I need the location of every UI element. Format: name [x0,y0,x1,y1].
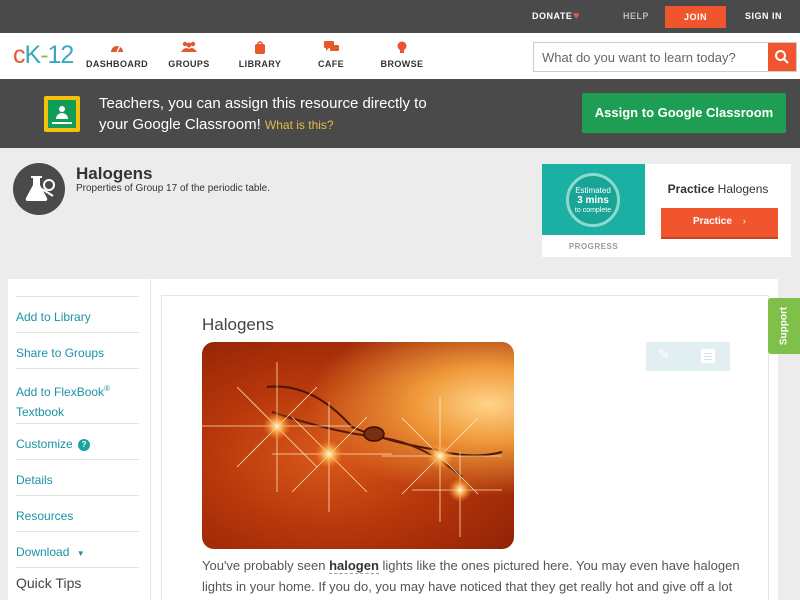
donate-link[interactable]: DONATE [532,11,572,21]
ck12-logo[interactable]: cK-12 [13,41,75,70]
help-question-icon[interactable]: ? [78,439,91,451]
sidebar-item-share-groups[interactable]: Share to Groups [16,332,139,363]
estimated-label: Estimated [575,186,611,195]
dashboard-gauge-icon [82,41,152,56]
logo-c: c [13,41,25,69]
main-nav: cK-12 DASHBOARD GROUPS LIBRARY CAFE BROW… [0,33,800,79]
search-input[interactable] [534,43,770,71]
pencil-icon[interactable]: ✎ [658,346,670,363]
halogen-lights-image [202,342,514,549]
registered-mark: ® [104,384,110,393]
help-link[interactable]: HELP [623,11,649,21]
groups-people-icon [154,41,224,56]
assign-to-classroom-button[interactable]: Assign to Google Classroom [582,93,786,133]
logo-dash: - [40,41,48,69]
practice-panel: Estimated 3 mins to complete PROGRESS Pr… [542,164,791,257]
search-box [533,42,797,72]
practice-title-bold: Practice [667,182,715,196]
sidebar-item-add-flexbook[interactable]: Add to FlexBook® Textbook [16,368,139,422]
cafe-chat-icon [296,41,366,56]
sidebar-item-label: Details [16,473,53,487]
nav-groups-label: GROUPS [168,59,210,69]
nav-browse-label: BROWSE [380,59,424,69]
logo-k: K [24,41,42,69]
google-classroom-icon [44,96,80,132]
what-is-this-link[interactable]: What is this? [265,118,334,132]
content-tools: ✎ [646,342,730,371]
estimated-time-badge: Estimated 3 mins to complete [542,164,645,235]
support-label: Support [778,306,790,346]
chevron-right-icon: › [742,216,747,227]
vocab-term-halogen[interactable]: halogen [329,558,379,574]
sidebar-divider [16,567,139,568]
quick-tips-heading: Quick Tips [16,575,82,591]
logo-12: 12 [47,41,75,69]
support-tab[interactable]: Support [768,298,800,354]
banner-text-wrap: Teachers, you can assign this resource d… [99,93,439,136]
search-icon [775,50,789,64]
nav-browse[interactable]: BROWSE [367,41,437,69]
paragraph-start: You've probably seen [202,558,326,573]
search-button[interactable] [768,43,796,71]
sidebar-item-label: Customize [16,437,73,451]
nav-cafe[interactable]: CAFE [296,41,366,69]
browse-bulb-icon [367,41,437,56]
nav-dashboard-label: DASHBOARD [85,59,149,69]
notes-icon[interactable] [701,349,715,363]
sidebar-item-download[interactable]: Download ▼ [16,531,139,564]
nav-dashboard[interactable]: DASHBOARD [82,41,152,69]
nav-groups[interactable]: GROUPS [154,41,224,69]
library-bag-icon [225,41,295,56]
sign-in-link[interactable]: SIGN IN [745,11,782,21]
join-button[interactable]: JOIN [665,6,726,28]
practice-button[interactable]: Practice › [661,208,778,239]
content-paragraph: You've probably seen halogen lights like… [202,555,742,600]
sidebar-item-label: Add to FlexBook [16,385,105,399]
progress-label: PROGRESS [568,242,619,251]
practice-title-rest: Halogens [717,182,769,196]
sidebar-item-details[interactable]: Details [16,459,139,490]
sidebar-item-label: Download [16,545,70,559]
nav-cafe-label: CAFE [317,59,345,69]
classroom-banner: Teachers, you can assign this resource d… [0,79,800,148]
estimated-mins: 3 mins [577,195,609,206]
nav-library-label: LIBRARY [238,59,282,69]
sidebar-item-customize[interactable]: Customize ? [16,423,139,454]
page-title: Halogens [76,164,153,183]
practice-title: Practice Halogens [645,182,791,196]
practice-button-label: Practice [692,216,732,227]
sidebar: Add to Library Share to Groups Add to Fl… [8,279,150,600]
caret-down-icon: ▼ [76,549,85,558]
page-subtitle: Properties of Group 17 of the periodic t… [76,183,271,194]
nav-library[interactable]: LIBRARY [225,41,295,69]
sidebar-item-label-2: Textbook [16,405,65,419]
heart-icon: ♥ [573,10,580,22]
banner-text: Teachers, you can assign this resource d… [99,95,427,133]
top-bar: DONATE ♥ HELP JOIN SIGN IN [0,0,800,33]
estimated-complete: to complete [574,207,612,214]
sidebar-item-add-library[interactable]: Add to Library [16,296,139,327]
sidebar-item-label: Resources [16,509,74,523]
sidebar-item-resources[interactable]: Resources [16,495,139,526]
chemistry-flask-icon [13,163,65,215]
content-title: Halogens [202,315,274,334]
sidebar-item-label: Add to Library [16,310,91,324]
sidebar-item-label: Share to Groups [16,346,105,360]
